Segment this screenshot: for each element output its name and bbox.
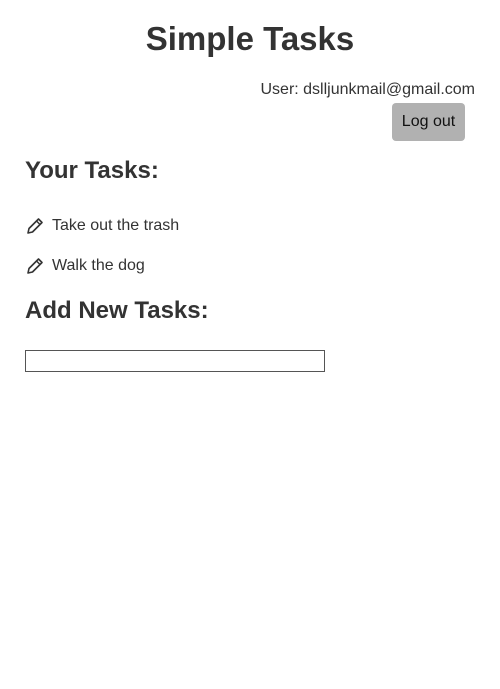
pencil-icon[interactable] [25, 216, 45, 236]
add-new-tasks-heading: Add New Tasks: [25, 297, 209, 324]
task-list: Take out the trash Walk the dog [25, 206, 179, 286]
task-label: Walk the dog [52, 257, 145, 274]
logout-button[interactable]: Log out [392, 103, 465, 141]
app-title: Simple Tasks [145, 20, 355, 57]
new-task-input[interactable] [25, 350, 325, 372]
task-item-walk-dog: Walk the dog [25, 246, 179, 286]
pencil-icon[interactable] [25, 256, 45, 276]
task-label: Take out the trash [52, 217, 180, 234]
page: Simple Tasks User: dslljunkmail@gmail.co… [0, 0, 500, 689]
task-item-take-out-trash: Take out the trash [25, 206, 179, 246]
user-email-label: User: dslljunkmail@gmail.com [260, 81, 475, 98]
your-tasks-heading: Your Tasks: [25, 157, 159, 184]
